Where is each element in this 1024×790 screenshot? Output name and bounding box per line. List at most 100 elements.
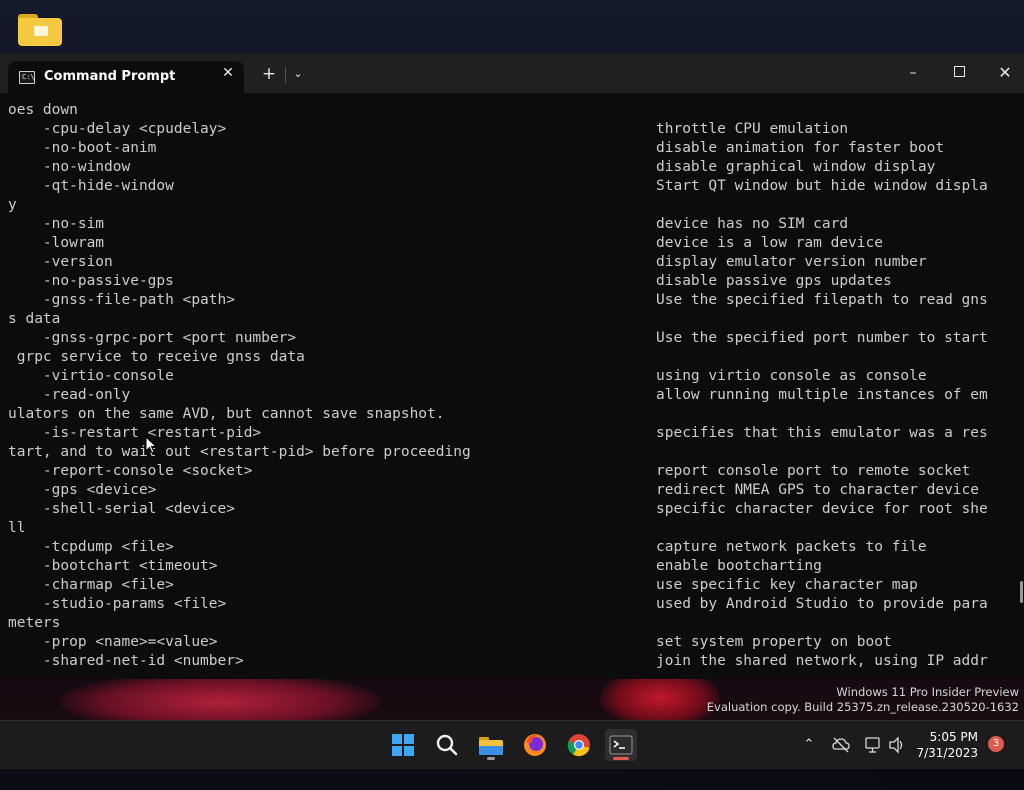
console-line-description: Use the specified filepath to read gns — [656, 292, 988, 308]
tab-command-prompt[interactable]: C:\ Command Prompt ✕ — [8, 61, 244, 93]
time: 5:05 PM — [929, 730, 978, 744]
firefox-icon[interactable] — [519, 729, 551, 761]
console-line: -virtio-console using virtio console as c… — [8, 367, 1012, 386]
console-line-description: set system property on boot — [656, 634, 892, 650]
divider — [285, 67, 286, 83]
file-explorer-icon[interactable] — [475, 729, 507, 761]
console-line-option: -version — [8, 254, 113, 270]
console-line-option: -report-console <socket> — [8, 463, 253, 479]
console-line: -gnss-grpc-port <port number> Use the spe… — [8, 329, 1012, 348]
console-line: oes down — [8, 101, 1012, 120]
console-line-option: -shell-serial <device> — [8, 501, 235, 517]
taskbar: ⌃ 5:05 PM 7/31/2023 3 — [0, 720, 1024, 769]
console-line: -version display emulator version number — [8, 253, 1012, 272]
console-line-description: device has no SIM card — [656, 216, 849, 232]
chevron-down-icon[interactable]: ⌄ — [290, 65, 306, 83]
console-line-description: capture network packets to file — [656, 539, 927, 555]
network-icon[interactable] — [862, 721, 884, 769]
console-line: -charmap <file> use specific key characte… — [8, 576, 1012, 595]
scrollbar[interactable] — [1020, 581, 1023, 603]
watermark-line: Evaluation copy. Build 25375.zn_release.… — [706, 700, 1019, 714]
console-line: -prop <name>=<value> set system property … — [8, 633, 1012, 652]
console-line-option: -no-passive-gps — [8, 273, 174, 289]
console-line-option: -prop <name>=<value> — [8, 634, 218, 650]
chevron-up-icon[interactable]: ⌃ — [798, 721, 820, 769]
start-icon[interactable] — [387, 729, 419, 761]
console-line: -gnss-file-path <path> Use the specified … — [8, 291, 1012, 310]
console-line-option: grpc service to receive gnss data — [8, 349, 305, 365]
console-line-description: device is a low ram device — [656, 235, 883, 251]
console-line: -no-passive-gps disable passive gps updat… — [8, 272, 1012, 291]
clock[interactable]: 5:05 PM 7/31/2023 — [916, 729, 978, 761]
console-line-description: using virtio console as console — [656, 368, 927, 384]
command-prompt-window: C:\ Command Prompt ✕ + ⌄ – ✕ oes down -c… — [0, 53, 1024, 679]
maximize-button[interactable] — [948, 63, 970, 83]
console-line-description: allow running multiple instances of em — [656, 387, 988, 403]
console-line: -read-only allow running multiple instanc… — [8, 386, 1012, 405]
console-line-description: specific character device for root she — [656, 501, 988, 517]
cmd-icon: C:\ — [19, 71, 35, 84]
close-tab-icon[interactable]: ✕ — [220, 65, 236, 81]
console-line-description: display emulator version number — [656, 254, 927, 270]
console-line-option: y — [8, 197, 17, 213]
console-line-option: -studio-params <file> — [8, 596, 227, 612]
console-line: -shell-serial <device> specific character… — [8, 500, 1012, 519]
console-line-description: Start QT window but hide window displa — [656, 178, 988, 194]
console-line-description: specifies that this emulator was a res — [656, 425, 988, 441]
console-line-option: -bootchart <timeout> — [8, 558, 218, 574]
console-line: -qt-hide-window Start QT window but hide … — [8, 177, 1012, 196]
console-line: -no-window disable graphical window displ… — [8, 158, 1012, 177]
console-line-description: use specific key character map — [656, 577, 918, 593]
console-line-option: meters — [8, 615, 61, 631]
minimize-button[interactable]: – — [902, 63, 924, 83]
console-line: s data — [8, 310, 1012, 329]
console-line-option: -lowram — [8, 235, 105, 251]
watermark-line: Windows 11 Pro Insider Preview — [836, 685, 1019, 699]
console-line-option: -read-only — [8, 387, 131, 403]
windows-watermark: Windows 11 Pro Insider Preview Evaluatio… — [707, 685, 1019, 715]
console-line-option: -qt-hide-window — [8, 178, 174, 194]
tab-title: Command Prompt — [44, 69, 176, 84]
console-line-option: -shared-net-id <number> — [8, 653, 244, 669]
close-button[interactable]: ✕ — [994, 63, 1016, 83]
onedrive-icon[interactable] — [830, 721, 852, 769]
desktop-folder-icon[interactable] — [18, 12, 62, 48]
console-line: -shared-net-id <number> join the shared n… — [8, 652, 1012, 671]
console-line: meters — [8, 614, 1012, 633]
console-line-option: ll — [8, 520, 26, 536]
search-icon[interactable] — [431, 729, 463, 761]
console-line-description: disable animation for faster boot — [656, 140, 945, 156]
mouse-cursor-icon — [145, 436, 157, 454]
console-line-option: -cpu-delay <cpudelay> — [8, 121, 227, 137]
console-line-option: -no-boot-anim — [8, 140, 157, 156]
console-line: -report-console <socket> report console p… — [8, 462, 1012, 481]
console-line-description: throttle CPU emulation — [656, 121, 849, 137]
title-bar[interactable]: C:\ Command Prompt ✕ + ⌄ – ✕ — [0, 53, 1024, 93]
new-tab-icon[interactable]: + — [260, 65, 278, 83]
console-line-description: disable passive gps updates — [656, 273, 892, 289]
console-line-option: s data — [8, 311, 61, 327]
console-line: ulators on the same AVD, but cannot save… — [8, 405, 1012, 424]
console-line-description: enable bootcharting — [656, 558, 822, 574]
console-line: -no-sim device has no SIM card — [8, 215, 1012, 234]
notification-badge[interactable]: 3 — [988, 736, 1004, 752]
console-output[interactable]: oes down -cpu-delay <cpudelay> throttle C… — [8, 101, 1012, 679]
console-line-option: -gps <device> — [8, 482, 157, 498]
volume-icon[interactable] — [886, 721, 908, 769]
console-line: -gps <device> redirect NMEA GPS to charac… — [8, 481, 1012, 500]
console-line-option: oes down — [8, 102, 78, 118]
console-line-description: Use the specified port number to start — [656, 330, 988, 346]
console-line-option: -charmap <file> — [8, 577, 174, 593]
console-line-description: redirect NMEA GPS to character device — [656, 482, 980, 498]
chrome-icon[interactable] — [563, 729, 595, 761]
console-line: -studio-params <file> used by Android Stu… — [8, 595, 1012, 614]
console-line-description: join the shared network, using IP addr — [656, 653, 988, 669]
terminal-icon[interactable] — [605, 729, 637, 761]
console-line: y — [8, 196, 1012, 215]
console-line: -bootchart <timeout> enable bootcharting — [8, 557, 1012, 576]
console-line: tart, and to wait out <restart-pid> befo… — [8, 443, 1012, 462]
console-line-option: ulators on the same AVD, but cannot save… — [8, 406, 445, 422]
console-line: -no-boot-anim disable animation for faste… — [8, 139, 1012, 158]
console-line-description: report console port to remote socket — [656, 463, 971, 479]
console-line-description: used by Android Studio to provide para — [656, 596, 988, 612]
